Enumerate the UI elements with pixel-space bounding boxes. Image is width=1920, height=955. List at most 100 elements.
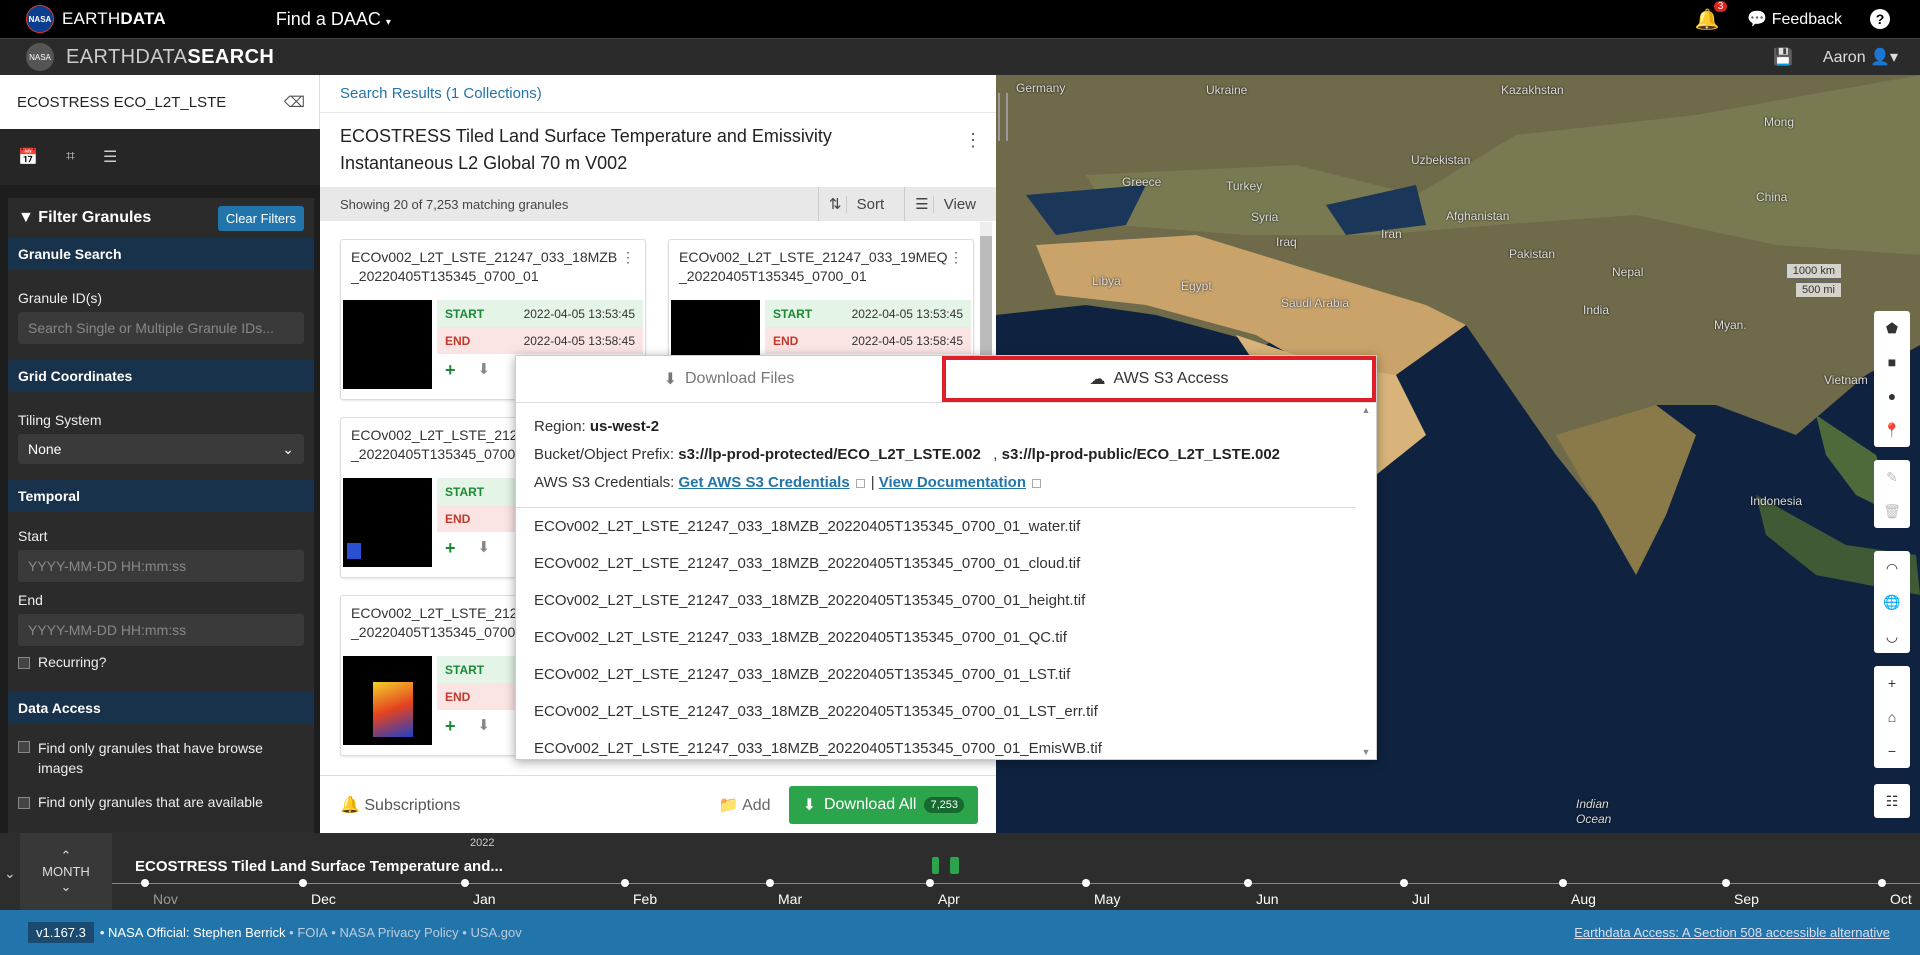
accessible-alternative-link[interactable]: Earthdata Access: A Section 508 accessib… (1574, 925, 1890, 940)
download-all-button[interactable]: ⬇ Download All 7,253 (788, 785, 978, 824)
layers-button[interactable]: ☷ (1874, 784, 1910, 818)
checkbox-box (18, 797, 30, 809)
folder-plus-icon: 📁 (718, 796, 739, 814)
help-icon[interactable]: ? (1870, 9, 1890, 29)
file-link[interactable]: ECOv002_L2T_LSTE_21247_033_18MZB_2022040… (534, 619, 1358, 656)
tab-download-files[interactable]: ⬇ Download Files (516, 356, 942, 402)
filter-granules-panel: ▼ Filter Granules Clear Filters Granule … (8, 198, 314, 833)
results-footer: 🔔 Subscriptions 📁 Add ⬇ Download All 7,253 (320, 775, 996, 833)
sort-button[interactable]: ⇅ Sort (817, 187, 904, 221)
add-granule-icon[interactable]: + (445, 716, 456, 737)
timeline-data-bar[interactable] (932, 857, 939, 874)
polygon-icon[interactable]: ⬟ (1886, 311, 1898, 345)
feedback-button[interactable]: 💬 Feedback (1747, 9, 1842, 29)
recurring-checkbox[interactable]: Recurring? (8, 646, 314, 678)
start-label: Start (18, 528, 48, 544)
s3-file-list: ECOv002_L2T_LSTE_21247_033_18MZB_2022040… (516, 508, 1376, 767)
earthdata-brand[interactable]: EARTHDATA (62, 9, 166, 29)
timeline-month-label: Mar (778, 891, 803, 907)
rectangle-icon[interactable]: ■ (1888, 345, 1896, 379)
antarctic-projection-icon[interactable]: ◡ (1886, 619, 1898, 653)
tiling-system-select[interactable]: None ⌄ (18, 434, 304, 464)
nasa-logo[interactable]: NASA (26, 5, 54, 33)
view-documentation-link[interactable]: View Documentation (879, 474, 1026, 491)
map-label: Iran (1381, 227, 1402, 241)
arctic-projection-icon[interactable]: ◠ (1886, 551, 1898, 585)
map-label: Uzbekistan (1411, 153, 1471, 167)
notifications-bell-icon[interactable]: 🔔 3 (1694, 0, 1728, 32)
clear-filters-button[interactable]: Clear Filters (217, 205, 304, 231)
s3-info: Region: us-west-2 Bucket/Object Prefix: … (516, 403, 1356, 508)
home-icon[interactable]: ⌂ (1888, 700, 1896, 734)
add-granule-icon[interactable]: + (445, 360, 456, 381)
panel-resize-handle[interactable] (998, 93, 1008, 141)
tab-aws-s3-access[interactable]: ☁ AWS S3 Access (942, 356, 1376, 402)
map-label: Vietnam (1824, 373, 1868, 387)
edit-icon[interactable]: ✎ (1886, 460, 1898, 494)
zoom-out-icon[interactable]: − (1888, 734, 1896, 768)
file-link[interactable]: ECOv002_L2T_LSTE_21247_033_18MZB_2022040… (534, 582, 1358, 619)
file-link[interactable]: ECOv002_L2T_LSTE_21247_033_18MZB_2022040… (534, 545, 1358, 582)
chevron-down-icon: ⌄ (60, 879, 72, 894)
zoom-in-icon[interactable]: + (1888, 666, 1896, 700)
circle-icon[interactable]: ● (1888, 379, 1896, 413)
brand-bold: DATA (120, 9, 166, 28)
popover-scrollbar[interactable]: ▲ ▼ (1356, 403, 1376, 759)
download-count-badge: 7,253 (924, 796, 964, 813)
file-link[interactable]: ECOv002_L2T_LSTE_21247_033_18MZB_2022040… (534, 730, 1358, 767)
get-credentials-link[interactable]: Get AWS S3 Credentials (679, 474, 850, 491)
download-granule-icon[interactable]: ⬇ (478, 538, 491, 559)
find-daac-menu[interactable]: Find a DAAC ▾ (276, 9, 391, 30)
bucket-protected[interactable]: s3://lp-prod-protected/ECO_L2T_LSTE.002 (678, 446, 981, 463)
app-title[interactable]: EARTHDATASEARCH (66, 46, 274, 69)
checkbox-box (18, 741, 30, 753)
map-label: Iraq (1276, 235, 1297, 249)
start-date-input[interactable]: YYYY-MM-DD HH:mm:ss (18, 550, 304, 582)
foia-link[interactable]: • FOIA (289, 925, 328, 940)
file-link[interactable]: ECOv002_L2T_LSTE_21247_033_18MZB_2022040… (534, 508, 1358, 545)
search-results-breadcrumb[interactable]: Search Results (1 Collections) (320, 75, 996, 113)
map-label: Pakistan (1509, 247, 1556, 261)
granule-menu-icon[interactable]: ⋮ (949, 248, 963, 267)
timeline: ⌄ ⌃ MONTH ⌄ ECOSTRESS Tiled Land Surface T… (0, 833, 1920, 910)
usagov-link[interactable]: • USA.gov (462, 925, 521, 940)
download-granule-icon[interactable]: ⬇ (478, 716, 491, 737)
download-granule-icon[interactable]: ⬇ (478, 360, 491, 381)
sliders-icon[interactable]: ☰ (103, 147, 117, 167)
add-collection-button[interactable]: 📁 Add (719, 795, 771, 815)
globe-icon[interactable]: 🌐 (1883, 585, 1900, 619)
end-badge: END (445, 689, 471, 704)
search-input[interactable]: ECOSTRESS ECO_L2T_LSTE ⌫ (0, 75, 320, 129)
calendar-icon[interactable]: 📅 (18, 147, 38, 167)
trash-icon[interactable]: 🗑 (1883, 494, 1901, 528)
granule-end: END 2022-04-05 13:58:45 (765, 327, 971, 354)
bucket-public[interactable]: s3://lp-prod-public/ECO_L2T_LSTE.002 (1002, 446, 1280, 463)
subscriptions-button[interactable]: 🔔 Subscriptions (340, 795, 460, 815)
privacy-policy-link[interactable]: • NASA Privacy Policy (331, 925, 458, 940)
browse-images-checkbox[interactable]: Find only granules that have browse imag… (8, 724, 314, 786)
app-title-bold: SEARCH (187, 45, 275, 68)
user-menu[interactable]: Aaron 👤▾ (1823, 47, 1898, 67)
view-button[interactable]: ☰ View (904, 187, 996, 221)
point-icon[interactable]: 📍 (1883, 413, 1900, 447)
start-badge: START (445, 306, 485, 321)
download-popover: ⬇ Download Files ☁ AWS S3 Access Region: u… (515, 355, 1377, 760)
timeline-axis[interactable] (112, 883, 1920, 884)
file-link[interactable]: ECOv002_L2T_LSTE_21247_033_18MZB_2022040… (534, 656, 1358, 693)
crop-icon[interactable]: ⌗ (66, 148, 75, 166)
add-granule-icon[interactable]: + (445, 538, 456, 559)
eraser-icon[interactable]: ⌫ (284, 93, 305, 111)
granule-title-text: ECOv002_L2T_LSTE_21247_033_18MZB _202204… (351, 249, 618, 284)
save-project-icon[interactable]: 💾 (1773, 47, 1793, 67)
file-link[interactable]: ECOv002_L2T_LSTE_21247_033_18MZB_2022040… (534, 693, 1358, 730)
more-options-icon[interactable]: ⋮ (964, 127, 982, 154)
timeline-interval-selector[interactable]: ⌃ MONTH ⌄ (20, 833, 112, 910)
available-checkbox[interactable]: Find only granules that are available (8, 786, 314, 818)
collection-title: ECOSTRESS Tiled Land Surface Temperature… (320, 113, 996, 187)
granule-ids-input[interactable]: Search Single or Multiple Granule IDs... (18, 312, 304, 344)
timeline-data-bar[interactable] (950, 857, 959, 874)
granule-title-text: ECOv002_L2T_LSTE_2124 _20220405T135345_0… (351, 427, 526, 462)
granule-menu-icon[interactable]: ⋮ (621, 248, 635, 267)
end-date-input[interactable]: YYYY-MM-DD HH:mm:ss (18, 614, 304, 646)
collapse-timeline-icon[interactable]: ⌄ (4, 865, 16, 882)
